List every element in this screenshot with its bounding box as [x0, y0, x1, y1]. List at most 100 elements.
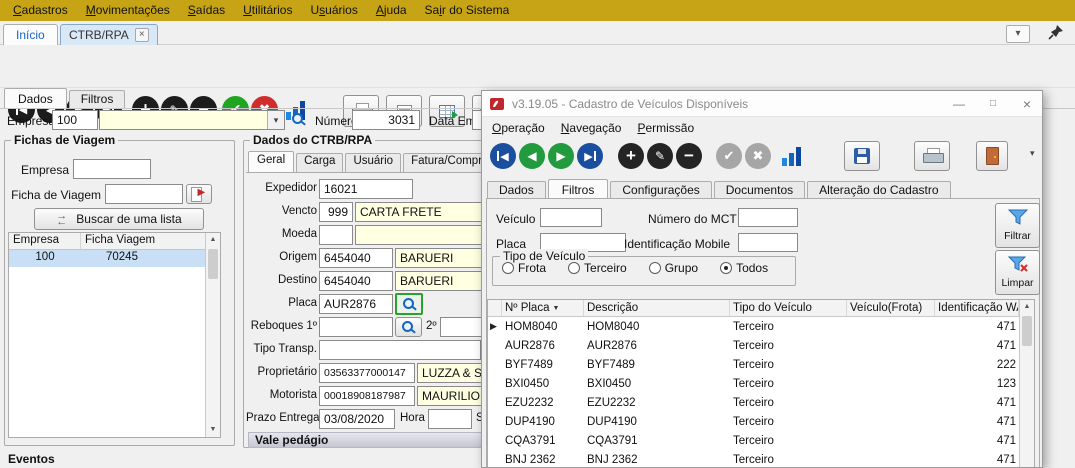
- ctrb-tab-carga[interactable]: Carga: [296, 153, 343, 172]
- origem-code-input[interactable]: [319, 248, 393, 268]
- minimize-icon[interactable]: —: [942, 91, 976, 117]
- tab-inicio[interactable]: Início: [3, 24, 58, 45]
- scroll-down-icon[interactable]: ▼: [206, 423, 220, 437]
- close-tab-icon[interactable]: ×: [135, 28, 149, 42]
- tab-ctrb-rpa[interactable]: CTRB/RPA ×: [60, 24, 158, 45]
- hora-input[interactable]: [428, 409, 472, 429]
- close-icon[interactable]: ×: [1010, 91, 1043, 117]
- ctrb-tab-geral[interactable]: Geral: [248, 151, 294, 172]
- column-header-veiculo-frota[interactable]: Veículo(Frota): [847, 300, 935, 316]
- empresa-combo-value: [100, 111, 267, 129]
- chevron-down-icon[interactable]: ▾: [267, 111, 284, 129]
- filtrar-button[interactable]: Filtrar: [995, 203, 1040, 248]
- reboque-search-button[interactable]: [395, 317, 422, 337]
- main-tab-dados[interactable]: Dados: [4, 88, 67, 109]
- numero-mct-input[interactable]: [738, 208, 798, 227]
- menu-ajuda[interactable]: Ajuda: [367, 0, 416, 21]
- maximize-icon[interactable]: □: [976, 91, 1010, 117]
- motorista-code-input[interactable]: [319, 386, 415, 406]
- modal-menu-operacao[interactable]: Operação: [484, 118, 553, 139]
- scroll-up-icon[interactable]: ▲: [1020, 300, 1034, 314]
- modal-previous-record-button[interactable]: ◀: [519, 143, 545, 169]
- placa-input[interactable]: [319, 294, 393, 314]
- veiculo-input[interactable]: [540, 208, 602, 227]
- table-row[interactable]: 10070245: [9, 250, 220, 267]
- tipo-transp-input[interactable]: [319, 340, 481, 360]
- modal-tab-filtros[interactable]: Filtros: [548, 179, 609, 200]
- main-tab-filtros[interactable]: Filtros: [69, 90, 126, 109]
- fichas-grid-scrollbar[interactable]: ▲ ▼: [205, 233, 220, 437]
- column-header-tipo-do-veiculo[interactable]: Tipo do Veículo: [730, 300, 847, 316]
- ficha-de-viagem-input[interactable]: [105, 184, 183, 204]
- prazo-entrega-input[interactable]: [319, 409, 395, 429]
- destino-code-input[interactable]: [319, 271, 393, 291]
- placa-search-button[interactable]: [395, 293, 423, 315]
- radio-grupo[interactable]: Grupo: [649, 261, 698, 275]
- modal-next-record-button[interactable]: ▶: [548, 143, 574, 169]
- moeda-code-input[interactable]: [319, 225, 353, 245]
- table-row[interactable]: DUP4190DUP4190Terceiro471: [488, 412, 1034, 431]
- empresa-combo[interactable]: ▾: [99, 110, 285, 130]
- fichas-empresa-input[interactable]: [73, 159, 151, 179]
- column-header-empresa[interactable]: Empresa: [9, 233, 81, 250]
- column-header-identificacao-wap[interactable]: Identificação WAP: [935, 300, 1019, 316]
- vencto-code-input[interactable]: [319, 202, 353, 222]
- menu-sair-do-sistema[interactable]: Sair do Sistema: [416, 0, 519, 21]
- veiculos-grid: Nº Placa▼DescriçãoTipo do VeículoVeículo…: [487, 299, 1035, 468]
- modal-menu-navegacao[interactable]: Navegação: [553, 118, 630, 139]
- scrollbar-thumb[interactable]: [1022, 316, 1032, 346]
- reboque1-input[interactable]: [319, 317, 393, 337]
- modal-cancel-button[interactable]: ✖: [745, 143, 771, 169]
- pin-icon[interactable]: [1048, 24, 1066, 42]
- modal-add-button[interactable]: +: [618, 143, 644, 169]
- column-header-descricao[interactable]: Descrição: [584, 300, 730, 316]
- modal-confirm-button[interactable]: ✔: [716, 143, 742, 169]
- column-header-ficha-viagem[interactable]: Ficha Viagem: [81, 233, 220, 250]
- table-row[interactable]: BXI0450BXI0450Terceiro123: [488, 374, 1034, 393]
- veiculos-grid-scrollbar[interactable]: ▲: [1019, 300, 1034, 468]
- toolbar-overflow-icon[interactable]: ▾: [1030, 148, 1035, 159]
- table-row[interactable]: AUR2876AUR2876Terceiro471: [488, 336, 1034, 355]
- table-row[interactable]: ▶HOM8040HOM8040Terceiro471: [488, 317, 1034, 336]
- tab-list-dropdown-icon[interactable]: ▾: [1006, 25, 1030, 43]
- modal-first-record-button[interactable]: ◀: [490, 143, 516, 169]
- table-row[interactable]: BNJ 2362BNJ 2362Terceiro471: [488, 450, 1034, 468]
- scrollbar-thumb[interactable]: [208, 249, 218, 279]
- menu-utilitarios[interactable]: Utilitários: [234, 0, 301, 21]
- modal-edit-button[interactable]: ✎: [647, 143, 673, 169]
- scroll-up-icon[interactable]: ▲: [206, 233, 220, 247]
- numero-input[interactable]: [352, 110, 420, 130]
- ficha-go-button[interactable]: ▶: [186, 184, 212, 204]
- column-header-n-placa[interactable]: Nº Placa▼: [502, 300, 584, 316]
- modal-tabs: DadosFiltrosConfiguraçõesDocumentosAlter…: [487, 179, 953, 200]
- radio-frota[interactable]: Frota: [502, 261, 546, 275]
- arrow-glyph: ▶: [584, 150, 592, 163]
- modal-last-record-button[interactable]: ▶: [577, 143, 603, 169]
- fichas-grid-header: EmpresaFicha Viagem: [9, 233, 220, 250]
- menu-cadastros[interactable]: Cadastros: [4, 0, 77, 21]
- radio-terceiro[interactable]: Terceiro: [568, 261, 627, 275]
- modal-chart-button[interactable]: [782, 146, 801, 166]
- table-row[interactable]: BYF7489BYF7489Terceiro222: [488, 355, 1034, 374]
- modal-exit-button[interactable]: [976, 141, 1008, 171]
- modal-print-button[interactable]: [914, 141, 950, 171]
- table-row[interactable]: CQA3791CQA3791Terceiro471: [488, 431, 1034, 450]
- search-empresa-icon[interactable]: [291, 112, 306, 127]
- radio-todos[interactable]: Todos: [720, 261, 768, 275]
- identificacao-mobile-input[interactable]: [738, 233, 798, 252]
- arrow-glyph: ←: [56, 216, 67, 228]
- ctrb-tab-usuario[interactable]: Usuário: [345, 153, 401, 172]
- modal-delete-button[interactable]: −: [676, 143, 702, 169]
- menu-saidas[interactable]: Saídas: [179, 0, 234, 21]
- buscar-de-uma-lista-button[interactable]: →← Buscar de uma lista: [34, 208, 204, 230]
- modal-menu-permissao[interactable]: Permissão: [629, 118, 702, 139]
- proprietario-code-input[interactable]: [319, 363, 415, 383]
- table-row[interactable]: EZU2232EZU2232Terceiro471: [488, 393, 1034, 412]
- modal-save-button[interactable]: [844, 141, 880, 171]
- limpar-button[interactable]: Limpar: [995, 250, 1040, 295]
- expedidor-input[interactable]: [319, 179, 413, 199]
- menu-movimentacoes[interactable]: Movimentações: [77, 0, 179, 21]
- modal-titlebar[interactable]: v3.19.05 - Cadastro de Veículos Disponív…: [482, 91, 1042, 117]
- menu-usuarios[interactable]: Usuários: [301, 0, 366, 21]
- empresa-input[interactable]: [52, 110, 98, 130]
